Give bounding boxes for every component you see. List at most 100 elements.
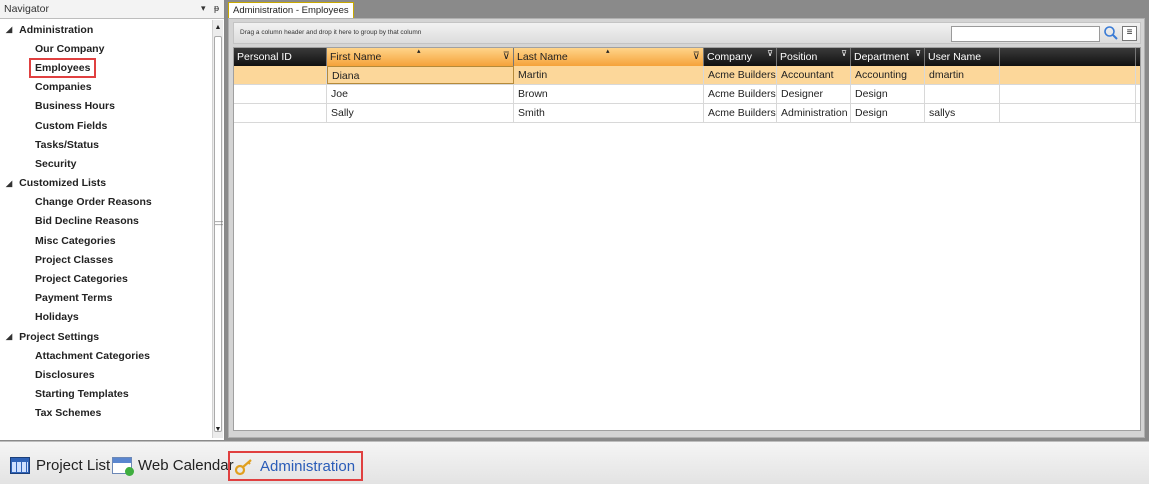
nav-item-bid-decline-reasons[interactable]: Bid Decline Reasons xyxy=(0,212,212,231)
table-cell[interactable]: Accounting xyxy=(851,66,925,84)
column-header-blank[interactable] xyxy=(1000,48,1136,66)
pin-icon[interactable]: ᵽ xyxy=(214,3,219,13)
menu-icon[interactable]: ≡ xyxy=(1122,26,1137,41)
nav-item-starting-templates[interactable]: Starting Templates xyxy=(0,385,212,404)
nav-item-label: Misc Categories xyxy=(35,234,116,247)
table-cell[interactable]: Designer xyxy=(777,85,851,103)
table-cell[interactable]: Smith xyxy=(514,104,704,122)
collapse-icon[interactable]: ◢ xyxy=(6,332,12,341)
nav-item-project-classes[interactable]: Project Classes xyxy=(0,250,212,269)
table-row[interactable]: Sally Smith Acme Builders Administration Des… xyxy=(234,104,1140,123)
calendar-icon xyxy=(112,456,134,476)
table-cell[interactable]: dmartin xyxy=(925,66,1000,84)
scroll-thumb[interactable] xyxy=(214,36,222,432)
table-row[interactable]: Diana Martin Acme Builders Accountant Accoun… xyxy=(234,66,1140,85)
collapse-icon[interactable]: ◢ xyxy=(6,179,12,188)
table-cell[interactable] xyxy=(1000,104,1136,122)
table-cell[interactable] xyxy=(925,85,1000,103)
table-cell[interactable]: Acme Builders xyxy=(704,66,777,84)
column-header-department[interactable]: Department ⊽ xyxy=(851,48,925,66)
column-header-personal-id[interactable]: Personal ID xyxy=(234,48,327,66)
scroll-up-icon[interactable]: ▲ xyxy=(213,21,223,35)
nav-item-label: Project Categories xyxy=(35,273,128,286)
filter-icon[interactable]: ⊽ xyxy=(841,48,847,63)
table-cell[interactable]: Acme Builders xyxy=(704,85,777,103)
table-cell[interactable]: Diana xyxy=(327,66,514,84)
nav-item-custom-fields[interactable]: Custom Fields xyxy=(0,116,212,135)
filter-icon[interactable]: ⊽ xyxy=(693,48,700,66)
nav-item-companies[interactable]: Companies xyxy=(0,78,212,97)
project-list-button[interactable]: Project List xyxy=(10,453,110,477)
document-area: Administration - Employees Drag a column… xyxy=(226,0,1149,441)
table-cell[interactable]: Design xyxy=(851,85,925,103)
nav-item-disclosures[interactable]: Disclosures xyxy=(0,365,212,384)
nav-item-holidays[interactable]: Holidays xyxy=(0,308,212,327)
table-cell[interactable]: Sally xyxy=(327,104,514,122)
table-row[interactable]: Joe Brown Acme Builders Designer Design xyxy=(234,85,1140,104)
nav-item-change-order-reasons[interactable]: Change Order Reasons xyxy=(0,193,212,212)
employees-grid: Personal ID First Name ▴ ⊽ Last Name ▴ ⊽ Compan… xyxy=(233,47,1141,431)
scroll-down-icon[interactable]: ▼ xyxy=(213,423,223,437)
table-cell[interactable]: Acme Builders xyxy=(704,104,777,122)
nav-item-payment-terms[interactable]: Payment Terms xyxy=(0,289,212,308)
group-customized-lists[interactable]: ◢ Customized Lists xyxy=(0,174,212,193)
nav-item-label: Custom Fields xyxy=(35,119,108,132)
table-cell[interactable] xyxy=(234,104,327,122)
filter-icon[interactable]: ⊽ xyxy=(503,48,510,66)
nav-item-our-company[interactable]: Our Company xyxy=(0,39,212,58)
table-cell[interactable]: Design xyxy=(851,104,925,122)
filter-icon[interactable]: ⊽ xyxy=(767,48,773,63)
group-project-settings[interactable]: ◢ Project Settings xyxy=(0,327,212,346)
sort-ascending-icon: ▴ xyxy=(606,48,610,55)
table-cell[interactable] xyxy=(234,66,327,84)
column-header-position[interactable]: Position ⊽ xyxy=(777,48,851,66)
navigator-scrollbar[interactable]: ▲ — — ▼ xyxy=(212,20,223,438)
table-cell[interactable]: Martin xyxy=(514,66,704,84)
tab-administration-employees[interactable]: Administration - Employees xyxy=(228,2,354,19)
nav-item-label: Security xyxy=(35,157,77,170)
group-hint: Drag a column header and drop it here to… xyxy=(240,29,422,36)
search-icon[interactable] xyxy=(1102,25,1120,43)
grid-header: Personal ID First Name ▴ ⊽ Last Name ▴ ⊽ Compan… xyxy=(234,48,1140,66)
web-calendar-label: Web Calendar xyxy=(138,456,234,474)
table-cell[interactable]: Administration xyxy=(777,104,851,122)
nav-item-label: Starting Templates xyxy=(35,388,129,401)
web-calendar-button[interactable]: Web Calendar xyxy=(112,453,234,477)
group-label: Administration xyxy=(19,23,94,36)
table-cell[interactable] xyxy=(1000,85,1136,103)
administration-button[interactable]: Administration xyxy=(228,451,364,481)
table-cell[interactable] xyxy=(234,85,327,103)
filter-icon[interactable]: ⊽ xyxy=(915,48,921,63)
column-header-company[interactable]: Company ⊽ xyxy=(704,48,777,66)
column-header-user-name[interactable]: User Name xyxy=(925,48,1000,66)
project-list-label: Project List xyxy=(36,456,111,474)
table-cell[interactable]: Joe xyxy=(327,85,514,103)
nav-item-label: Companies xyxy=(35,81,92,94)
table-cell[interactable] xyxy=(1000,66,1136,84)
column-header-label: User Name xyxy=(928,51,982,63)
search-input[interactable] xyxy=(951,26,1100,42)
table-cell[interactable]: Accountant xyxy=(777,66,851,84)
nav-item-label: Attachment Categories xyxy=(35,349,150,362)
nav-item-tax-schemes[interactable]: Tax Schemes xyxy=(0,404,212,423)
group-panel[interactable]: Drag a column header and drop it here to… xyxy=(233,22,1141,44)
nav-item-business-hours[interactable]: Business Hours xyxy=(0,97,212,116)
collapse-icon[interactable]: ◢ xyxy=(6,25,12,34)
nav-item-label: Project Classes xyxy=(35,253,114,266)
column-header-first-name[interactable]: First Name ▴ ⊽ xyxy=(327,48,514,66)
table-cell[interactable]: Brown xyxy=(514,85,704,103)
employees-view: Drag a column header and drop it here to… xyxy=(228,18,1145,438)
nav-item-security[interactable]: Security xyxy=(0,154,212,173)
navigator-panel: Navigator ▾ ᵽ ◢ Administration Our Company… xyxy=(0,0,225,440)
nav-item-employees[interactable]: Employees xyxy=(0,57,212,78)
nav-item-label: Disclosures xyxy=(35,368,95,381)
table-cell[interactable]: sallys xyxy=(925,104,1000,122)
grid-body: Diana Martin Acme Builders Accountant Accoun… xyxy=(234,66,1140,123)
nav-item-attachment-categories[interactable]: Attachment Categories xyxy=(0,346,212,365)
nav-item-tasks-status[interactable]: Tasks/Status xyxy=(0,135,212,154)
group-administration[interactable]: ◢ Administration xyxy=(0,20,212,39)
nav-item-misc-categories[interactable]: Misc Categories xyxy=(0,231,212,250)
nav-item-project-categories[interactable]: Project Categories xyxy=(0,269,212,288)
navigator-dropdown-icon[interactable]: ▾ xyxy=(201,3,206,14)
column-header-last-name[interactable]: Last Name ▴ ⊽ xyxy=(514,48,704,66)
